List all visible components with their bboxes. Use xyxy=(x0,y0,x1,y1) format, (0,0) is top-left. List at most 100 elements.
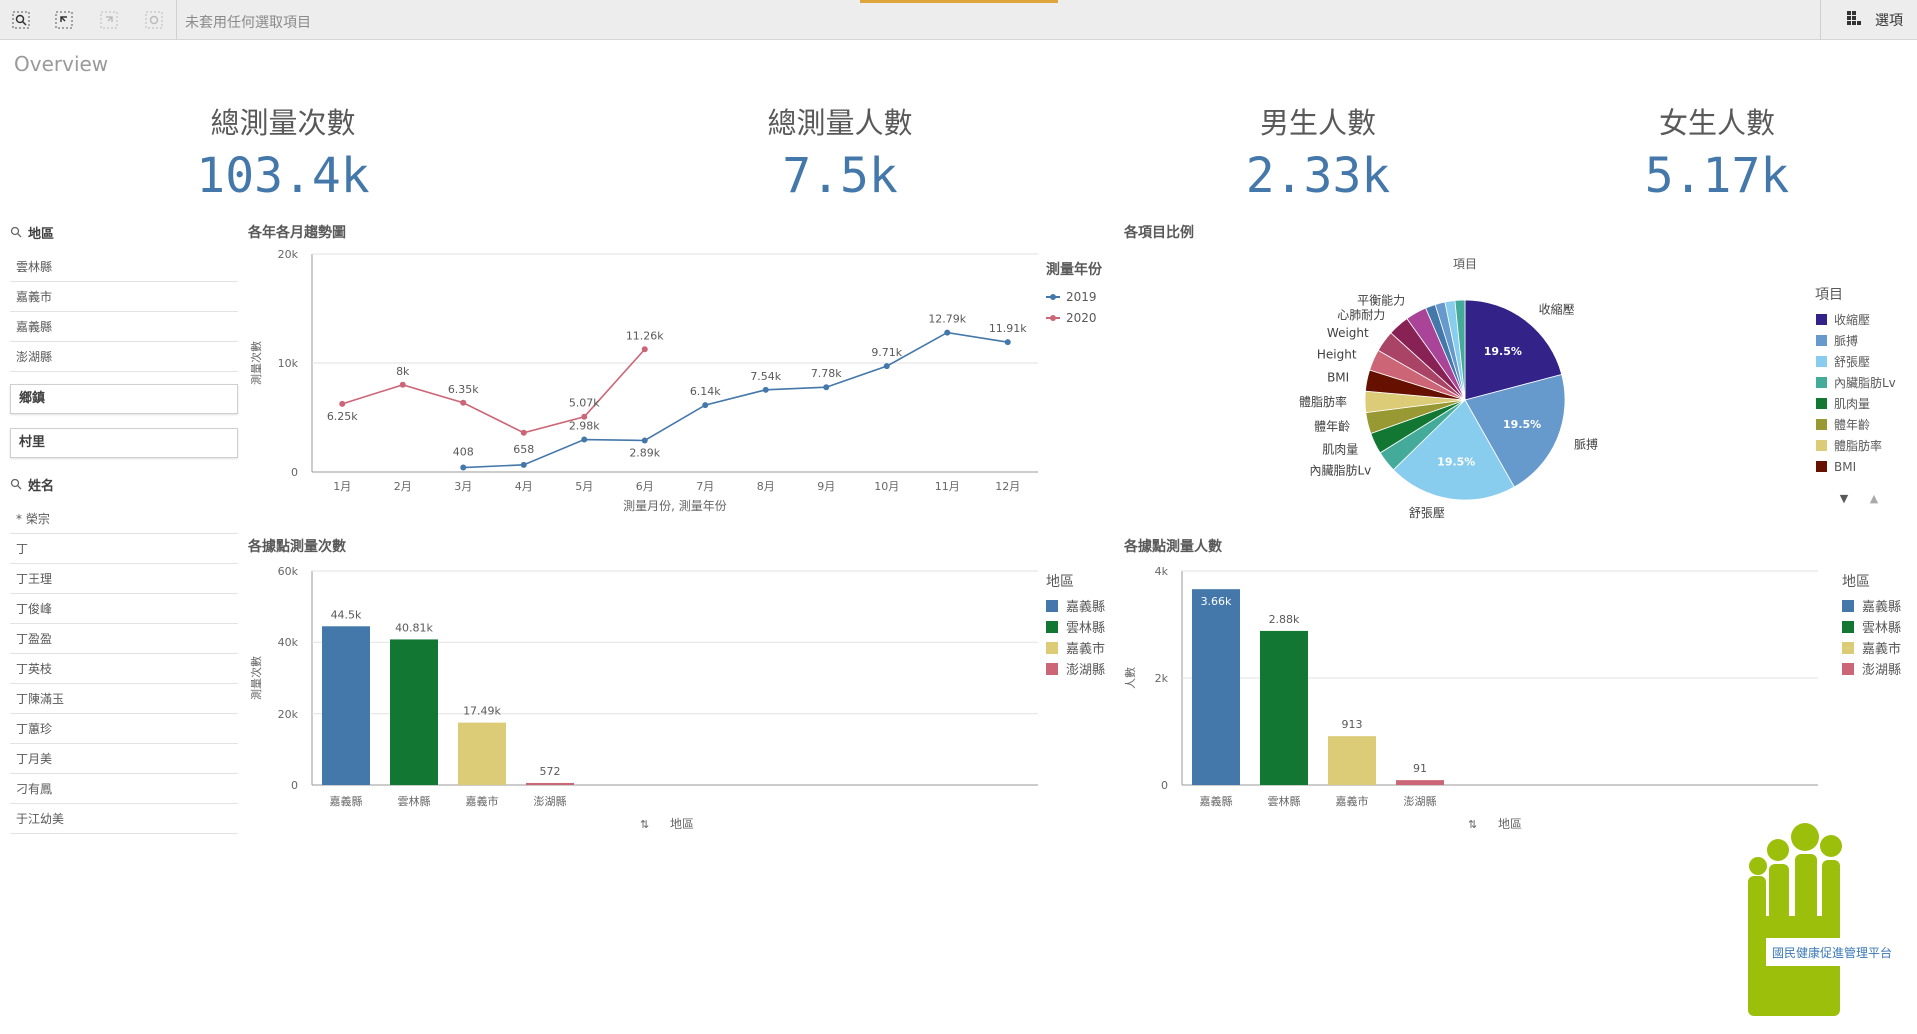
bar[interactable] xyxy=(322,626,370,785)
list-item[interactable]: 嘉義縣 xyxy=(10,312,238,342)
data-point[interactable] xyxy=(581,436,588,443)
legend-swatch[interactable] xyxy=(1046,642,1058,654)
bar[interactable] xyxy=(1396,780,1444,785)
list-item[interactable]: 雲林縣 xyxy=(10,252,238,282)
list-item[interactable]: 丁俊峰 xyxy=(10,594,238,624)
data-point[interactable] xyxy=(641,346,648,353)
legend-swatch[interactable] xyxy=(1842,642,1854,654)
legend-label[interactable]: 嘉義縣 xyxy=(1862,599,1901,615)
list-item[interactable]: * 榮宗 xyxy=(10,504,238,534)
step-forward-icon[interactable] xyxy=(96,8,122,32)
bar[interactable] xyxy=(458,722,506,785)
legend-swatch[interactable] xyxy=(1816,461,1827,472)
data-point[interactable] xyxy=(883,363,890,370)
bar[interactable] xyxy=(526,782,574,785)
legend-swatch[interactable] xyxy=(1816,377,1827,388)
data-point[interactable] xyxy=(460,399,467,406)
sort-icon[interactable]: ⇅ xyxy=(640,818,649,831)
legend-swatch[interactable] xyxy=(1046,600,1058,612)
legend-swatch[interactable] xyxy=(1816,356,1827,367)
legend-label[interactable]: BMI xyxy=(1834,460,1856,474)
list-item[interactable]: 丁王理 xyxy=(10,564,238,594)
township-filter[interactable]: 鄉鎮 xyxy=(10,384,238,414)
pie-chart[interactable]: 項目 19.5%收縮壓19.5%脈搏19.5%舒張壓內臟脂肪Lv肌肉量體年齡體脂… xyxy=(1120,240,1910,530)
legend-label[interactable]: 內臟脂肪Lv xyxy=(1834,375,1896,390)
legend-label[interactable]: 體脂肪率 xyxy=(1834,438,1882,453)
list-item[interactable]: 丁 xyxy=(10,534,238,564)
data-point[interactable] xyxy=(641,437,648,444)
list-item[interactable]: 嘉義市 xyxy=(10,282,238,312)
people-by-site-chart[interactable]: 0 2k 4k 人數 ⇅ 地區 3.66k 嘉義縣 2.88k 雲林縣 913 嘉義市 91… xyxy=(1120,555,1910,845)
name-filter-header[interactable]: 姓名 xyxy=(10,472,238,496)
legend-swatch[interactable] xyxy=(1816,314,1827,325)
legend-label[interactable]: 雲林縣 xyxy=(1862,621,1901,636)
legend-label[interactable]: 舒張壓 xyxy=(1834,355,1870,369)
options-label[interactable]: 選項 xyxy=(1875,10,1903,30)
data-point[interactable] xyxy=(702,402,709,409)
list-item[interactable]: 刁有鳳 xyxy=(10,774,238,804)
data-point[interactable] xyxy=(762,386,769,393)
legend-item-2020[interactable]: 2020 xyxy=(1046,311,1097,325)
legend-label[interactable]: 脈搏 xyxy=(1834,334,1858,348)
region-filter[interactable]: 地區 雲林縣 嘉義市 嘉義縣 澎湖縣 xyxy=(10,220,238,372)
name-filter[interactable]: 姓名 * 榮宗 丁 丁王理 丁俊峰 丁盈盈 丁英枝 丁陳滿玉 丁蕙珍 丁月美 刁… xyxy=(10,472,238,834)
data-point[interactable] xyxy=(1004,339,1011,346)
selections-tool-icon[interactable] xyxy=(51,8,77,32)
region-list: 雲林縣 嘉義市 嘉義縣 澎湖縣 xyxy=(10,252,238,372)
bar[interactable] xyxy=(1328,736,1376,785)
legend-label[interactable]: 體年齡 xyxy=(1834,418,1870,432)
legend-swatch[interactable] xyxy=(1842,663,1854,675)
data-point[interactable] xyxy=(944,329,951,336)
count-by-site-chart[interactable]: 0 20k 40k 60k 測量次數 ⇅ 地區 44.5k 嘉義縣 40.81k 雲林… xyxy=(240,555,1110,845)
list-item[interactable]: 丁英枝 xyxy=(10,654,238,684)
sort-icon[interactable]: ⇅ xyxy=(1468,818,1477,831)
legend-label[interactable]: 澎湖縣 xyxy=(1066,663,1105,678)
list-item[interactable]: 于江幼美 xyxy=(10,804,238,834)
legend-swatch[interactable] xyxy=(1816,419,1827,430)
trend-chart[interactable]: 0 10k 20k 測量次數 測量月份, 測量年份 1月 2月 3月 4月 5月 6月 7月… xyxy=(240,240,1110,520)
y-axis-title: 測量次數 xyxy=(249,656,263,700)
legend-label[interactable]: 澎湖縣 xyxy=(1862,663,1901,678)
list-item[interactable]: 丁月美 xyxy=(10,744,238,774)
legend-item-2019[interactable]: 2019 xyxy=(1046,290,1097,304)
grid-icon[interactable] xyxy=(1847,11,1861,29)
list-item[interactable]: 丁盈盈 xyxy=(10,624,238,654)
data-point[interactable] xyxy=(339,400,346,407)
legend-swatch[interactable] xyxy=(1816,335,1827,346)
legend-label[interactable]: 嘉義縣 xyxy=(1066,599,1105,615)
list-item[interactable]: 丁陳滿玉 xyxy=(10,684,238,714)
data-point[interactable] xyxy=(460,464,467,471)
smart-search-icon[interactable] xyxy=(8,8,34,32)
list-item[interactable]: 澎湖縣 xyxy=(10,342,238,372)
x-axis-title-group[interactable]: ⇅ 地區 xyxy=(640,817,694,831)
data-point[interactable] xyxy=(581,413,588,420)
legend-swatch[interactable] xyxy=(1046,663,1058,675)
legend-scroll-down-icon[interactable]: ▼ xyxy=(1840,492,1849,505)
legend-label[interactable]: 收縮壓 xyxy=(1834,312,1870,327)
data-point[interactable] xyxy=(399,381,406,388)
legend-swatch[interactable] xyxy=(1842,621,1854,633)
village-filter[interactable]: 村里 xyxy=(10,428,238,458)
legend-swatch[interactable] xyxy=(1842,600,1854,612)
data-point[interactable] xyxy=(823,384,830,391)
region-filter-label: 地區 xyxy=(28,226,55,242)
legend-label[interactable]: 嘉義市 xyxy=(1066,641,1105,657)
options-button[interactable]: 選項 xyxy=(1847,10,1903,30)
clear-selections-icon[interactable] xyxy=(141,8,167,32)
legend-swatch[interactable] xyxy=(1816,440,1827,451)
legend-label[interactable]: 雲林縣 xyxy=(1066,621,1105,636)
legend-swatch[interactable] xyxy=(1816,398,1827,409)
data-label: 11.26k xyxy=(626,329,664,342)
data-point[interactable] xyxy=(520,429,527,436)
data-point[interactable] xyxy=(520,461,527,468)
list-item[interactable]: 丁蕙珍 xyxy=(10,714,238,744)
region-filter-header[interactable]: 地區 xyxy=(10,220,238,244)
legend-scroll-up-icon[interactable]: ▲ xyxy=(1870,492,1879,505)
legend-label[interactable]: 嘉義市 xyxy=(1862,641,1901,657)
legend-swatch[interactable] xyxy=(1046,621,1058,633)
x-axis-title-group[interactable]: ⇅ 地區 xyxy=(1468,817,1522,831)
legend-label[interactable]: 肌肉量 xyxy=(1834,397,1870,411)
bar[interactable] xyxy=(1192,589,1240,785)
bar[interactable] xyxy=(390,639,438,785)
bar[interactable] xyxy=(1260,630,1308,785)
